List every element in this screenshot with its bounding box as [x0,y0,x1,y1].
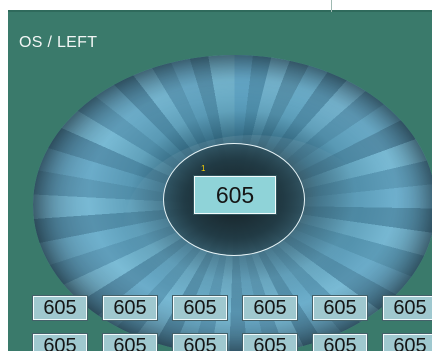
grid-cell-r1-c4: 605 [243,296,297,320]
grid-cell-r2-c6: 605 [383,334,432,351]
top-tick-mark [331,0,332,12]
center-thickness-value: 605 [194,176,276,214]
grid-cell-r2-c1: 605 [33,334,87,351]
grid-cell-r1-c3: 605 [173,296,227,320]
thickness-values-grid: 605 605 605 605 605 605 605 605 605 605 … [33,296,432,351]
measurement-marker: 1 [201,164,206,173]
grid-cell-r1-c2: 605 [103,296,157,320]
grid-cell-r1-c5: 605 [313,296,367,320]
grid-cell-r2-c2: 605 [103,334,157,351]
grid-cell-r2-c5: 605 [313,334,367,351]
grid-cell-r2-c4: 605 [243,334,297,351]
eye-panel: OS / LEFT 1 605 605 605 605 605 605 605 … [8,12,432,351]
grid-cell-r1-c1: 605 [33,296,87,320]
grid-cell-r2-c3: 605 [173,334,227,351]
grid-cell-r1-c6: 605 [383,296,432,320]
eye-label: OS / LEFT [19,34,98,51]
